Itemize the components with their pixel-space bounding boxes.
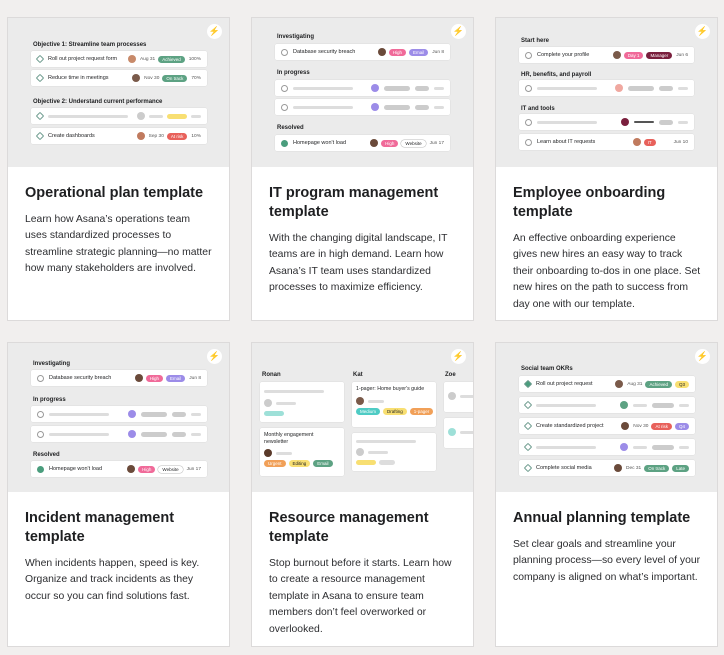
card-title[interactable]: Annual planning template [513, 509, 701, 528]
task-row-placeholder [275, 99, 450, 115]
task-row-placeholder [275, 80, 450, 96]
avatar [614, 464, 623, 472]
check-icon [37, 465, 44, 473]
check-icon [523, 421, 533, 431]
check-icon [37, 374, 44, 382]
avatar [356, 397, 364, 405]
task-row: Learn about IT requests IT Jun 10 [519, 134, 694, 150]
task-row-placeholder [519, 80, 694, 96]
section-label: Start here [521, 38, 550, 44]
section-label: Objective 1: Streamline team processes [33, 42, 147, 48]
lightning-icon: ⚡ [451, 349, 466, 364]
task-row-placeholder [31, 406, 207, 422]
template-card-incident-management[interactable]: ⚡ Investigating Database security breach… [7, 342, 230, 647]
lightning-icon: ⚡ [695, 24, 710, 39]
lightning-icon: ⚡ [451, 24, 466, 39]
card-preview: ⚡ Investigating Database security breach… [8, 343, 229, 492]
task-row: Database security breach High Email Jun … [31, 370, 207, 386]
template-card-annual-planning[interactable]: ⚡ Social team OKRs Roll out project requ… [495, 342, 718, 647]
column-header: Ronan [262, 372, 281, 378]
task-row-placeholder [519, 439, 695, 455]
template-card-employee-onboarding[interactable]: ⚡ Start here Complete your profile Day 1… [495, 17, 718, 321]
task-row: Homepage won't load High Website Jun 17 [275, 135, 450, 151]
card-preview: ⚡ Investigating Database security breach… [252, 18, 473, 167]
avatar [127, 465, 136, 473]
card-description: An effective onboarding experience gives… [513, 233, 701, 310]
template-card-resource-management[interactable]: ⚡ Ronan Kat Zoe Monthly engagement newsl… [251, 342, 474, 647]
section-label: Investigating [277, 34, 315, 40]
check-icon [525, 138, 532, 146]
section-label: Social team OKRs [521, 366, 573, 372]
task-row: Roll out project request form Aug 31 Ach… [31, 51, 207, 67]
card-title[interactable]: Employee onboarding template [513, 184, 701, 222]
avatar [132, 74, 141, 82]
lightning-icon: ⚡ [695, 349, 710, 364]
card-title[interactable]: Incident management template [25, 509, 213, 547]
card-preview: ⚡ Ronan Kat Zoe Monthly engagement newsl… [252, 343, 473, 492]
task-row: Create standardized project Nov 30 At ri… [519, 418, 695, 434]
section-label: In progress [33, 397, 66, 403]
avatar [136, 132, 145, 140]
check-icon [35, 54, 45, 64]
board-card-placeholder [352, 433, 436, 471]
card-title[interactable]: IT program management template [269, 184, 457, 222]
task-row-placeholder [31, 108, 207, 124]
task-row: Homepage won't load High Website Jun 17 [31, 461, 207, 477]
lightning-icon: ⚡ [207, 24, 222, 39]
avatar [612, 51, 621, 59]
check-icon [35, 111, 45, 121]
card-title[interactable]: Resource management template [269, 509, 457, 547]
card-description: Set clear goals and streamline your plan… [513, 539, 701, 583]
card-description: Learn how Asana’s operations team uses s… [25, 214, 212, 275]
card-title[interactable]: Operational plan template [25, 184, 213, 203]
template-card-operational-plan[interactable]: ⚡ Objective 1: Streamline team processes… [7, 17, 230, 321]
check-icon [35, 73, 45, 83]
avatar [377, 48, 386, 56]
check-icon [523, 379, 533, 389]
lightning-icon: ⚡ [207, 349, 222, 364]
task-row: Create dashboards Sep 30 At risk 10% [31, 128, 207, 144]
check-icon [525, 51, 532, 59]
check-icon [281, 48, 288, 56]
task-row: Complete your profile Day 1 Manager Jun … [519, 47, 694, 63]
avatar [134, 374, 143, 382]
task-row-placeholder [519, 397, 695, 413]
section-label: Resolved [277, 125, 304, 131]
board-card: Monthly engagement newsletter Urgent Edi… [260, 428, 344, 476]
section-label: Investigating [33, 361, 71, 367]
avatar [370, 139, 379, 147]
board-card-placeholder [444, 382, 473, 412]
section-label: Objective 2: Understand current performa… [33, 99, 163, 105]
avatar [632, 138, 641, 146]
card-description: Stop burnout before it starts. Learn how… [269, 558, 452, 635]
card-preview: ⚡ Objective 1: Streamline team processes… [8, 18, 229, 167]
check-icon [523, 463, 533, 473]
column-header: Kat [353, 372, 363, 378]
board-card: 1-pager: Home buyer's guide Medium Draft… [352, 382, 436, 427]
card-preview: ⚡ Social team OKRs Roll out project requ… [496, 343, 717, 492]
section-label: IT and tools [521, 106, 555, 112]
board-card-placeholder [444, 418, 473, 448]
template-card-it-program[interactable]: ⚡ Investigating Database security breach… [251, 17, 474, 321]
avatar [621, 422, 630, 430]
avatar [127, 55, 136, 63]
task-row: Reduce time in meetings Nov 30 On track … [31, 70, 207, 86]
card-preview: ⚡ Start here Complete your profile Day 1… [496, 18, 717, 167]
task-row-placeholder [519, 114, 694, 130]
check-icon [281, 139, 288, 147]
task-row: Database security breach High Email Jun … [275, 44, 450, 60]
avatar [615, 380, 624, 388]
board-card-placeholder [260, 382, 344, 422]
section-label: HR, benefits, and payroll [521, 72, 592, 78]
task-row: Roll out project request Aug 31 Achieved… [519, 376, 695, 392]
check-icon [35, 131, 45, 141]
task-row-placeholder [31, 426, 207, 442]
card-description: When incidents happen, speed is key. Org… [25, 558, 200, 602]
task-row: Complete social media Dec 31 On track La… [519, 460, 695, 476]
card-description: With the changing digital landscape, IT … [269, 233, 448, 294]
section-label: In progress [277, 70, 310, 76]
column-header: Zoe [445, 372, 456, 378]
section-label: Resolved [33, 452, 60, 458]
avatar [264, 449, 272, 457]
